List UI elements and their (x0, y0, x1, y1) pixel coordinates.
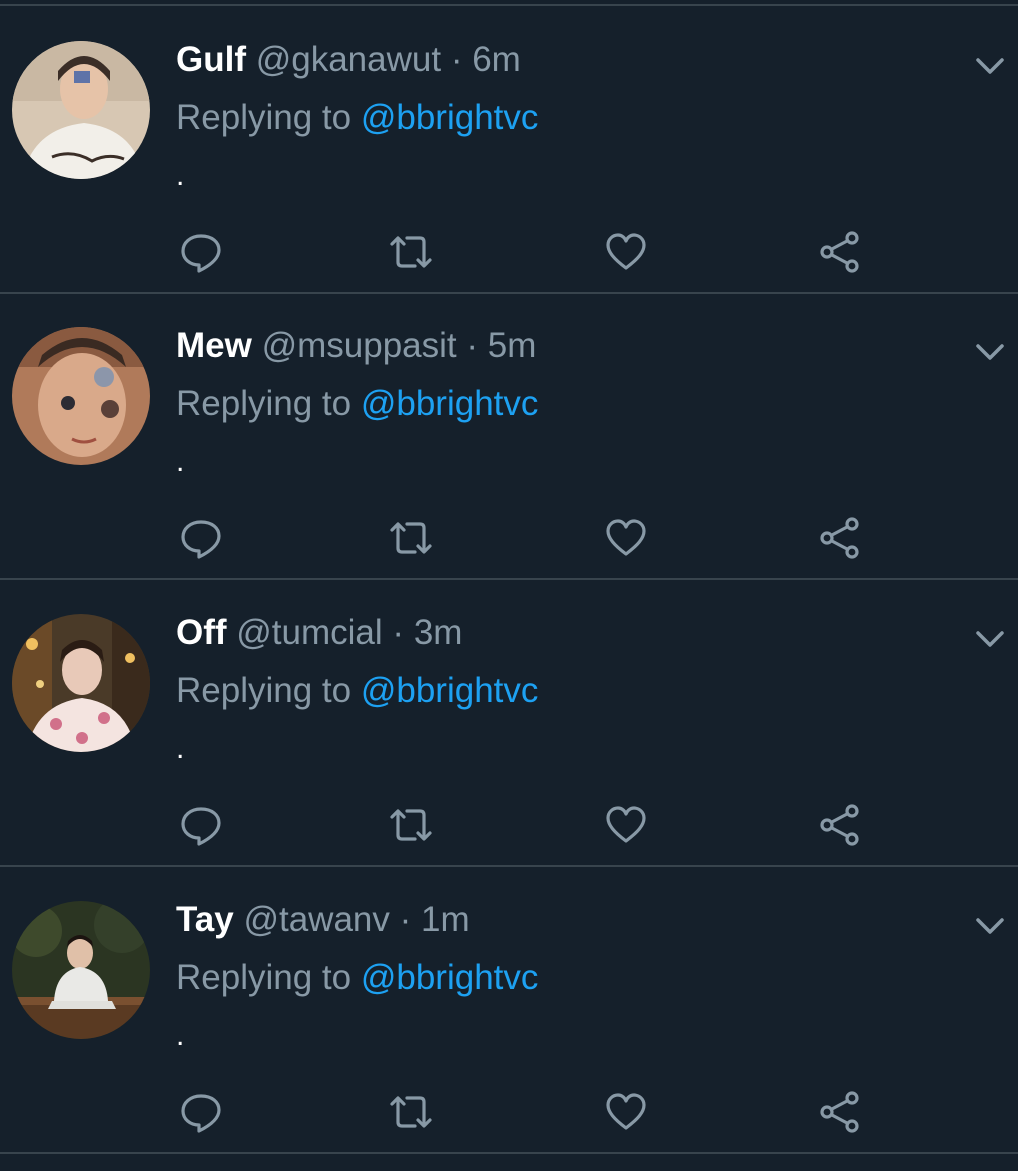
replying-to-link[interactable]: @bbrightvc (361, 384, 539, 423)
share-icon[interactable] (818, 516, 862, 560)
heart-icon[interactable] (604, 1090, 648, 1134)
heart-icon[interactable] (604, 516, 648, 560)
replying-to-link[interactable]: @bbrightvc (361, 671, 539, 710)
timestamp[interactable]: 1m (421, 900, 470, 939)
avatar[interactable] (12, 901, 150, 1039)
tweet[interactable]: Tay @tawanv · 1m Replying to @bbrightvc … (0, 868, 1018, 1154)
retweet-icon[interactable] (389, 1090, 433, 1134)
avatar[interactable] (12, 41, 150, 179)
avatar[interactable] (12, 327, 150, 465)
avatar[interactable] (12, 614, 150, 752)
tweet-header: Off @tumcial · 3m (176, 611, 462, 655)
tweet-header: Tay @tawanv · 1m (176, 898, 470, 942)
tweet[interactable]: Off @tumcial · 3m Replying to @bbrightvc… (0, 581, 1018, 867)
user-handle[interactable]: @gkanawut (256, 40, 441, 79)
tweet-text: . (176, 1019, 185, 1052)
separator: · (399, 900, 412, 939)
heart-icon[interactable] (604, 230, 648, 274)
replying-to-label: Replying to (176, 98, 352, 137)
separator: · (466, 326, 479, 365)
replying-to-label: Replying to (176, 671, 352, 710)
tweet-header: Mew @msuppasit · 5m (176, 324, 536, 368)
comment-icon[interactable] (179, 803, 223, 847)
user-handle[interactable]: @tumcial (236, 613, 382, 652)
comment-icon[interactable] (179, 516, 223, 560)
retweet-icon[interactable] (389, 230, 433, 274)
tweet-text: . (176, 445, 185, 478)
separator: · (450, 40, 463, 79)
timestamp[interactable]: 3m (414, 613, 463, 652)
share-icon[interactable] (818, 1090, 862, 1134)
share-icon[interactable] (818, 230, 862, 274)
comment-icon[interactable] (179, 230, 223, 274)
share-icon[interactable] (818, 803, 862, 847)
replying-to-link[interactable]: @bbrightvc (361, 958, 539, 997)
separator: · (392, 613, 405, 652)
heart-icon[interactable] (604, 803, 648, 847)
divider (0, 4, 1018, 6)
reply-timeline: Gulf @gkanawut · 6m Replying to @bbright… (0, 0, 1018, 1171)
tweet-header: Gulf @gkanawut · 6m (176, 38, 521, 82)
user-handle[interactable]: @msuppasit (262, 326, 457, 365)
replying-to: Replying to @bbrightvc (176, 956, 538, 1000)
timestamp[interactable]: 6m (472, 40, 521, 79)
chevron-down-icon[interactable] (972, 48, 1008, 84)
display-name[interactable]: Mew (176, 326, 252, 365)
replying-to-link[interactable]: @bbrightvc (361, 98, 539, 137)
tweet[interactable]: Mew @msuppasit · 5m Replying to @bbright… (0, 294, 1018, 580)
user-handle[interactable]: @tawanv (243, 900, 389, 939)
comment-icon[interactable] (179, 1090, 223, 1134)
replying-to: Replying to @bbrightvc (176, 669, 538, 713)
tweet-text: . (176, 159, 185, 192)
chevron-down-icon[interactable] (972, 621, 1008, 657)
replying-to-label: Replying to (176, 384, 352, 423)
display-name[interactable]: Off (176, 613, 227, 652)
tweet-text: . (176, 732, 185, 765)
chevron-down-icon[interactable] (972, 908, 1008, 944)
replying-to-label: Replying to (176, 958, 352, 997)
retweet-icon[interactable] (389, 803, 433, 847)
replying-to: Replying to @bbrightvc (176, 96, 538, 140)
display-name[interactable]: Tay (176, 900, 234, 939)
display-name[interactable]: Gulf (176, 40, 246, 79)
retweet-icon[interactable] (389, 516, 433, 560)
chevron-down-icon[interactable] (972, 334, 1008, 370)
timestamp[interactable]: 5m (488, 326, 537, 365)
tweet[interactable]: Gulf @gkanawut · 6m Replying to @bbright… (0, 8, 1018, 294)
replying-to: Replying to @bbrightvc (176, 382, 538, 426)
